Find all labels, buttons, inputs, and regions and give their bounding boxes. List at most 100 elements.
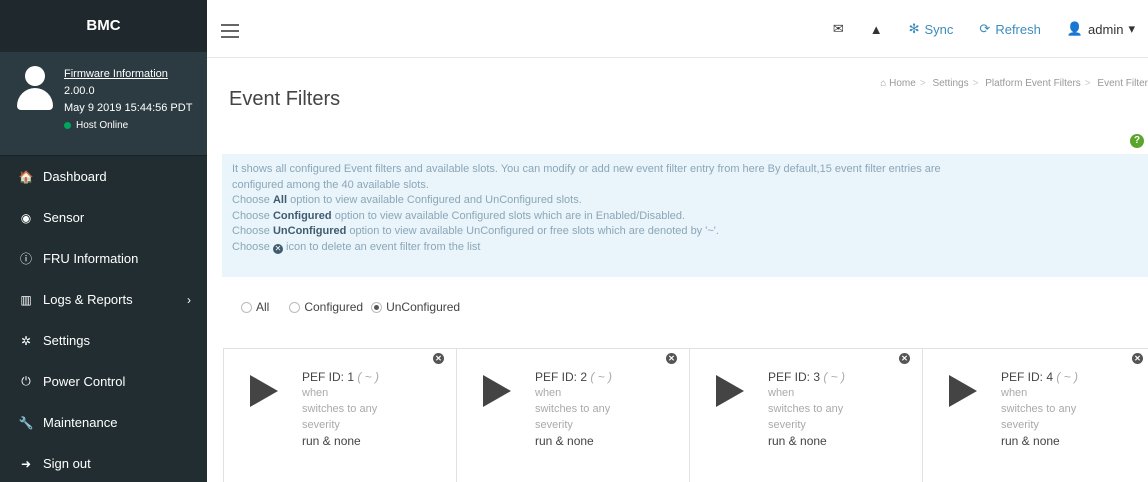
card-when: when <box>768 387 795 399</box>
host-status-label: Host Online <box>76 120 129 131</box>
sidebar: BMC Firmware Information 2.00.0 May 9 20… <box>0 0 207 482</box>
pef-id: PEF ID: 4 <box>1001 370 1054 384</box>
card-info: PEF ID: 1 ( ~ ) when switches to any sev… <box>302 369 379 449</box>
radio-unconfigured[interactable]: UnConfigured <box>371 300 460 314</box>
sidebar-item-settings[interactable]: ✲ Settings <box>0 320 207 361</box>
refresh-label: Refresh <box>995 21 1041 37</box>
delete-filter-icon[interactable]: ✕ <box>1132 353 1143 364</box>
chevron-right-icon: › <box>187 292 191 307</box>
delete-icon: ✕ <box>272 243 283 254</box>
event-filter-card[interactable]: ✕ PEF ID: 2 ( ~ ) when switches to any s… <box>456 348 689 482</box>
radio-circle <box>241 301 252 313</box>
card-info: PEF ID: 3 ( ~ ) when switches to any sev… <box>768 369 845 449</box>
sidebar-item-fru-information[interactable]: ⓘ FRU Information <box>0 238 207 279</box>
sync-icon: ✻ <box>908 21 920 36</box>
sidebar-item-label: Sign out <box>43 456 91 471</box>
power-icon: ⏻ <box>21 374 31 388</box>
callout-line: configured among the 40 available slots. <box>232 178 429 191</box>
delete-filter-icon[interactable]: ✕ <box>433 353 444 364</box>
event-filter-card[interactable]: ✕ PEF ID: 1 ( ~ ) when switches to any s… <box>223 348 456 482</box>
pef-tilde: ( ~ ) <box>823 370 846 384</box>
sidebar-item-power-control[interactable]: ⏻ Power Control <box>0 361 207 402</box>
play-icon <box>483 375 511 407</box>
radio-circle-selected <box>371 301 383 313</box>
navbar-actions: ✉ ▲ ✻ Sync ⟳ Refresh 👤 admin ▾ <box>820 0 1148 58</box>
radio-all[interactable]: All <box>241 300 269 314</box>
card-run: run & none <box>1001 434 1060 448</box>
callout-line: Choose UnConfigured option to view avail… <box>232 225 719 237</box>
sidebar-menu: 🏠 Dashboard ◉ Sensor ⓘ FRU Information ▥ Log… <box>0 156 207 482</box>
home-icon: 🏠 <box>18 169 34 184</box>
card-severity: severity <box>768 419 806 431</box>
hamburger-menu-icon[interactable] <box>221 24 239 38</box>
card-switches: switches to any <box>768 403 844 415</box>
pef-id: PEF ID: 1 <box>302 370 355 384</box>
host-status: Host Online <box>64 117 192 134</box>
brand-logo[interactable]: BMC <box>0 0 207 52</box>
card-severity: severity <box>302 419 340 431</box>
play-icon <box>250 375 278 407</box>
breadcrumb-settings[interactable]: Settings <box>932 78 968 89</box>
wrench-icon: 🔧 <box>18 415 34 430</box>
pef-tilde: ( ~ ) <box>1056 370 1079 384</box>
status-dot-icon <box>64 122 71 129</box>
sidebar-item-label: FRU Information <box>43 251 139 266</box>
event-filter-cards: ✕ PEF ID: 1 ( ~ ) when switches to any s… <box>223 348 1148 482</box>
alerts-button[interactable]: ▲ <box>857 22 896 37</box>
sign-out-icon: ➜ <box>20 456 32 471</box>
breadcrumb-home[interactable]: Home <box>889 78 916 89</box>
sidebar-item-label: Dashboard <box>43 169 107 184</box>
event-filter-card[interactable]: ✕ PEF ID: 4 ( ~ ) when switches to any s… <box>922 348 1148 482</box>
firmware-information-link[interactable]: Firmware Information <box>64 66 192 83</box>
card-severity: severity <box>1001 419 1039 431</box>
event-filter-card[interactable]: ✕ PEF ID: 3 ( ~ ) when switches to any s… <box>689 348 922 482</box>
callout-line: It shows all configured Event filters an… <box>232 163 941 175</box>
card-run: run & none <box>768 434 827 448</box>
radio-circle <box>289 301 301 313</box>
breadcrumb-platform-event-filters[interactable]: Platform Event Filters <box>985 78 1081 89</box>
pef-id: PEF ID: 2 <box>535 370 588 384</box>
card-when: when <box>302 387 329 399</box>
pef-id: PEF ID: 3 <box>768 370 821 384</box>
play-icon <box>949 375 977 407</box>
user-menu-button[interactable]: 👤 admin ▾ <box>1054 21 1148 37</box>
filter-radio-group: All Configured UnConfigured <box>241 300 468 314</box>
sidebar-item-sign-out[interactable]: ➜ Sign out <box>0 443 207 482</box>
callout-line: Choose ✕ icon to delete an event filter … <box>232 240 481 254</box>
gear-icon: ✲ <box>20 333 32 348</box>
firmware-version: 2.00.0 <box>64 85 95 97</box>
card-info: PEF ID: 2 ( ~ ) when switches to any sev… <box>535 369 612 449</box>
refresh-button[interactable]: ⟳ Refresh <box>966 21 1053 37</box>
page-title: Event Filters <box>229 88 341 110</box>
firmware-date: May 9 2019 15:44:56 PDT <box>64 102 193 114</box>
card-switches: switches to any <box>302 403 378 415</box>
warning-icon: ▲ <box>869 21 883 37</box>
sidebar-item-sensor[interactable]: ◉ Sensor <box>0 197 207 238</box>
dashboard-icon: ◉ <box>20 210 32 225</box>
user-panel: Firmware Information 2.00.0 May 9 2019 1… <box>0 52 207 156</box>
user-name: admin <box>1088 21 1124 37</box>
callout-line: Choose All option to view available Conf… <box>232 194 582 206</box>
sidebar-item-logs-reports[interactable]: ▥ Logs & Reports › <box>0 279 207 320</box>
callout-line: Choose Configured option to view availab… <box>232 209 686 222</box>
pef-tilde: ( ~ ) <box>590 370 613 384</box>
sidebar-item-label: Settings <box>43 333 90 348</box>
sync-button[interactable]: ✻ Sync <box>896 21 967 37</box>
help-icon[interactable]: ? <box>1130 134 1144 148</box>
card-run: run & none <box>302 434 361 448</box>
user-icon: 👤 <box>1066 21 1084 36</box>
top-navbar: ✉ ▲ ✻ Sync ⟳ Refresh 👤 admin ▾ <box>207 0 1148 58</box>
sidebar-item-dashboard[interactable]: 🏠 Dashboard <box>0 156 207 197</box>
delete-filter-icon[interactable]: ✕ <box>899 353 910 364</box>
card-switches: switches to any <box>535 403 611 415</box>
radio-configured[interactable]: Configured <box>289 300 363 314</box>
user-avatar-icon <box>14 66 54 114</box>
card-when: when <box>535 387 562 399</box>
info-icon: ⓘ <box>19 252 32 266</box>
sidebar-item-label: Power Control <box>43 374 126 389</box>
card-info: PEF ID: 4 ( ~ ) when switches to any sev… <box>1001 369 1078 449</box>
delete-filter-icon[interactable]: ✕ <box>666 353 677 364</box>
messages-button[interactable]: ✉ <box>820 21 857 37</box>
sidebar-item-maintenance[interactable]: 🔧 Maintenance <box>0 402 207 443</box>
main-content: Event Filters ⌂ Home > Settings > Platform… <box>207 58 1148 482</box>
